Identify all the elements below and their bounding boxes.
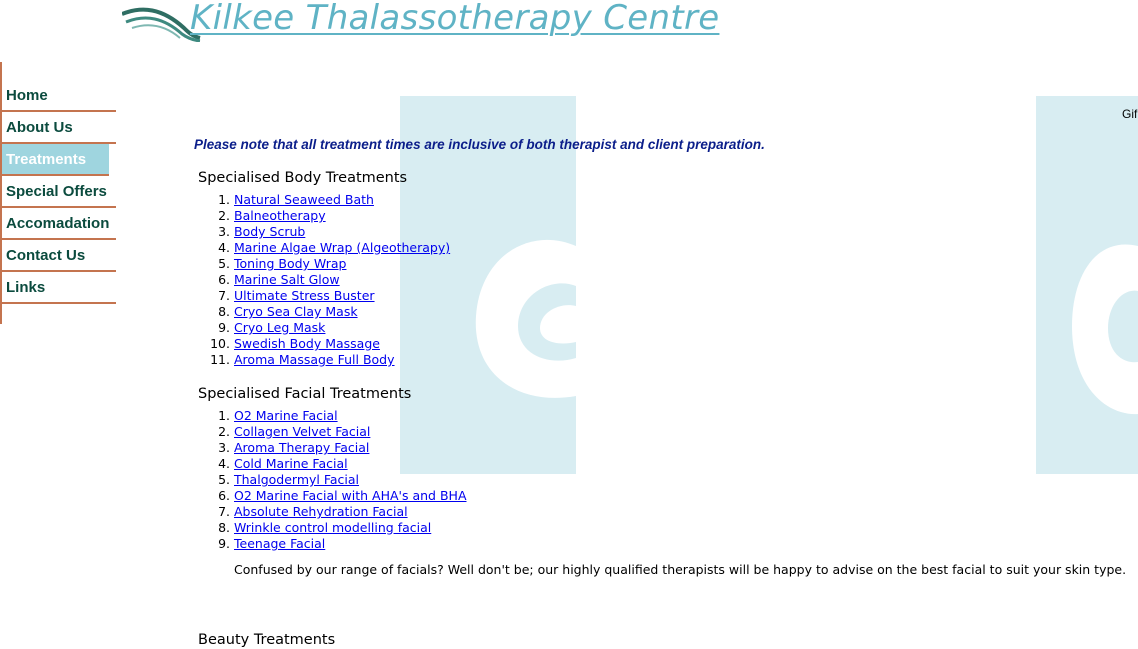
treatment-link[interactable]: Marine Salt Glow xyxy=(234,272,340,287)
treatment-link[interactable]: Aroma Massage Full Body xyxy=(234,352,395,367)
section-title-facial: Specialised Facial Treatments xyxy=(198,386,412,402)
treatment-link[interactable]: Body Scrub xyxy=(234,224,305,239)
treatment-link[interactable]: Cold Marine Facial xyxy=(234,456,348,471)
main-nav: Home About Us Treatments Special Offers … xyxy=(2,80,116,304)
nav-item-about-us[interactable]: About Us xyxy=(2,112,116,144)
treatment-link[interactable]: O2 Marine Facial xyxy=(234,408,338,423)
list-item: 10. Swedish Body Massage xyxy=(210,336,380,351)
list-item: 7. Absolute Rehydration Facial xyxy=(218,504,408,519)
nav-item-treatments[interactable]: Treatments xyxy=(2,144,109,176)
body-treatments-list: 1. Natural Seaweed Bath 2. Balneotherapy 3… xyxy=(196,192,450,368)
list-item: 4. Cold Marine Facial xyxy=(218,456,348,471)
treatment-link[interactable]: Wrinkle control modelling facial xyxy=(234,520,431,535)
facial-treatments-list: 1. O2 Marine Facial 2. Collagen Velvet Fac… xyxy=(196,408,467,552)
list-item: 2. Collagen Velvet Facial xyxy=(218,424,371,439)
list-item: 4. Marine Algae Wrap (Algeotherapy) xyxy=(218,240,451,255)
site-title[interactable]: Kilkee Thalassotherapy Centre xyxy=(190,0,719,38)
list-item: 11. Aroma Massage Full Body xyxy=(210,352,395,367)
list-item: 2. Balneotherapy xyxy=(218,208,326,223)
list-item: 9. Cryo Leg Mask xyxy=(218,320,326,335)
treatment-link[interactable]: Balneotherapy xyxy=(234,208,326,223)
list-item: 9. Teenage Facial xyxy=(218,536,326,551)
treatment-link[interactable]: Natural Seaweed Bath xyxy=(234,192,374,207)
nav-item-accomadation[interactable]: Accomadation xyxy=(2,208,116,240)
section-title-body: Specialised Body Treatments xyxy=(198,170,408,186)
site-logo[interactable]: Kilkee Thalassotherapy Centre xyxy=(122,0,719,46)
treatment-link[interactable]: Aroma Therapy Facial xyxy=(234,440,369,455)
list-item: 8. Wrinkle control modelling facial xyxy=(218,520,432,535)
treatment-link[interactable]: Cryo Leg Mask xyxy=(234,320,325,335)
treatment-link[interactable]: Absolute Rehydration Facial xyxy=(234,504,408,519)
treatment-link[interactable]: Cryo Sea Clay Mask xyxy=(234,304,358,319)
list-item: 6. Marine Salt Glow xyxy=(218,272,340,287)
gift-text-truncated: Gif xyxy=(1122,107,1138,121)
treatment-link[interactable]: O2 Marine Facial with AHA's and BHA xyxy=(234,488,467,503)
nav-item-contact-us[interactable]: Contact Us xyxy=(2,240,116,272)
nav-item-special-offers[interactable]: Special Offers xyxy=(2,176,116,208)
list-item: 6. O2 Marine Facial with AHA's and BHA xyxy=(218,488,467,503)
treatment-link[interactable]: Teenage Facial xyxy=(234,536,325,551)
list-item: 5. Thalgodermyl Facial xyxy=(218,472,360,487)
list-item: 5. Toning Body Wrap xyxy=(218,256,347,271)
list-item: 3. Aroma Therapy Facial xyxy=(218,440,370,455)
treatment-link[interactable]: Swedish Body Massage xyxy=(234,336,380,351)
list-item: 8. Cryo Sea Clay Mask xyxy=(218,304,358,319)
treatment-link[interactable]: Marine Algae Wrap (Algeotherapy) xyxy=(234,240,450,255)
treatment-link[interactable]: Collagen Velvet Facial xyxy=(234,424,370,439)
list-item: 7. Ultimate Stress Buster xyxy=(218,288,375,303)
treatment-link[interactable]: Ultimate Stress Buster xyxy=(234,288,375,303)
treatment-link[interactable]: Toning Body Wrap xyxy=(234,256,346,271)
list-item: 1. Natural Seaweed Bath xyxy=(218,192,374,207)
treatment-link[interactable]: Thalgodermyl Facial xyxy=(234,472,359,487)
list-item: 3. Body Scrub xyxy=(218,224,306,239)
treatment-times-note: Please note that all treatment times are… xyxy=(194,137,765,152)
list-item: 1. O2 Marine Facial xyxy=(218,408,338,423)
wave-watermark-icon xyxy=(1036,96,1138,474)
facial-advice-paragraph: Confused by our range of facials? Well d… xyxy=(234,562,1127,577)
nav-item-home[interactable]: Home xyxy=(2,80,116,112)
nav-item-links[interactable]: Links xyxy=(2,272,116,304)
section-title-beauty: Beauty Treatments xyxy=(198,632,336,648)
